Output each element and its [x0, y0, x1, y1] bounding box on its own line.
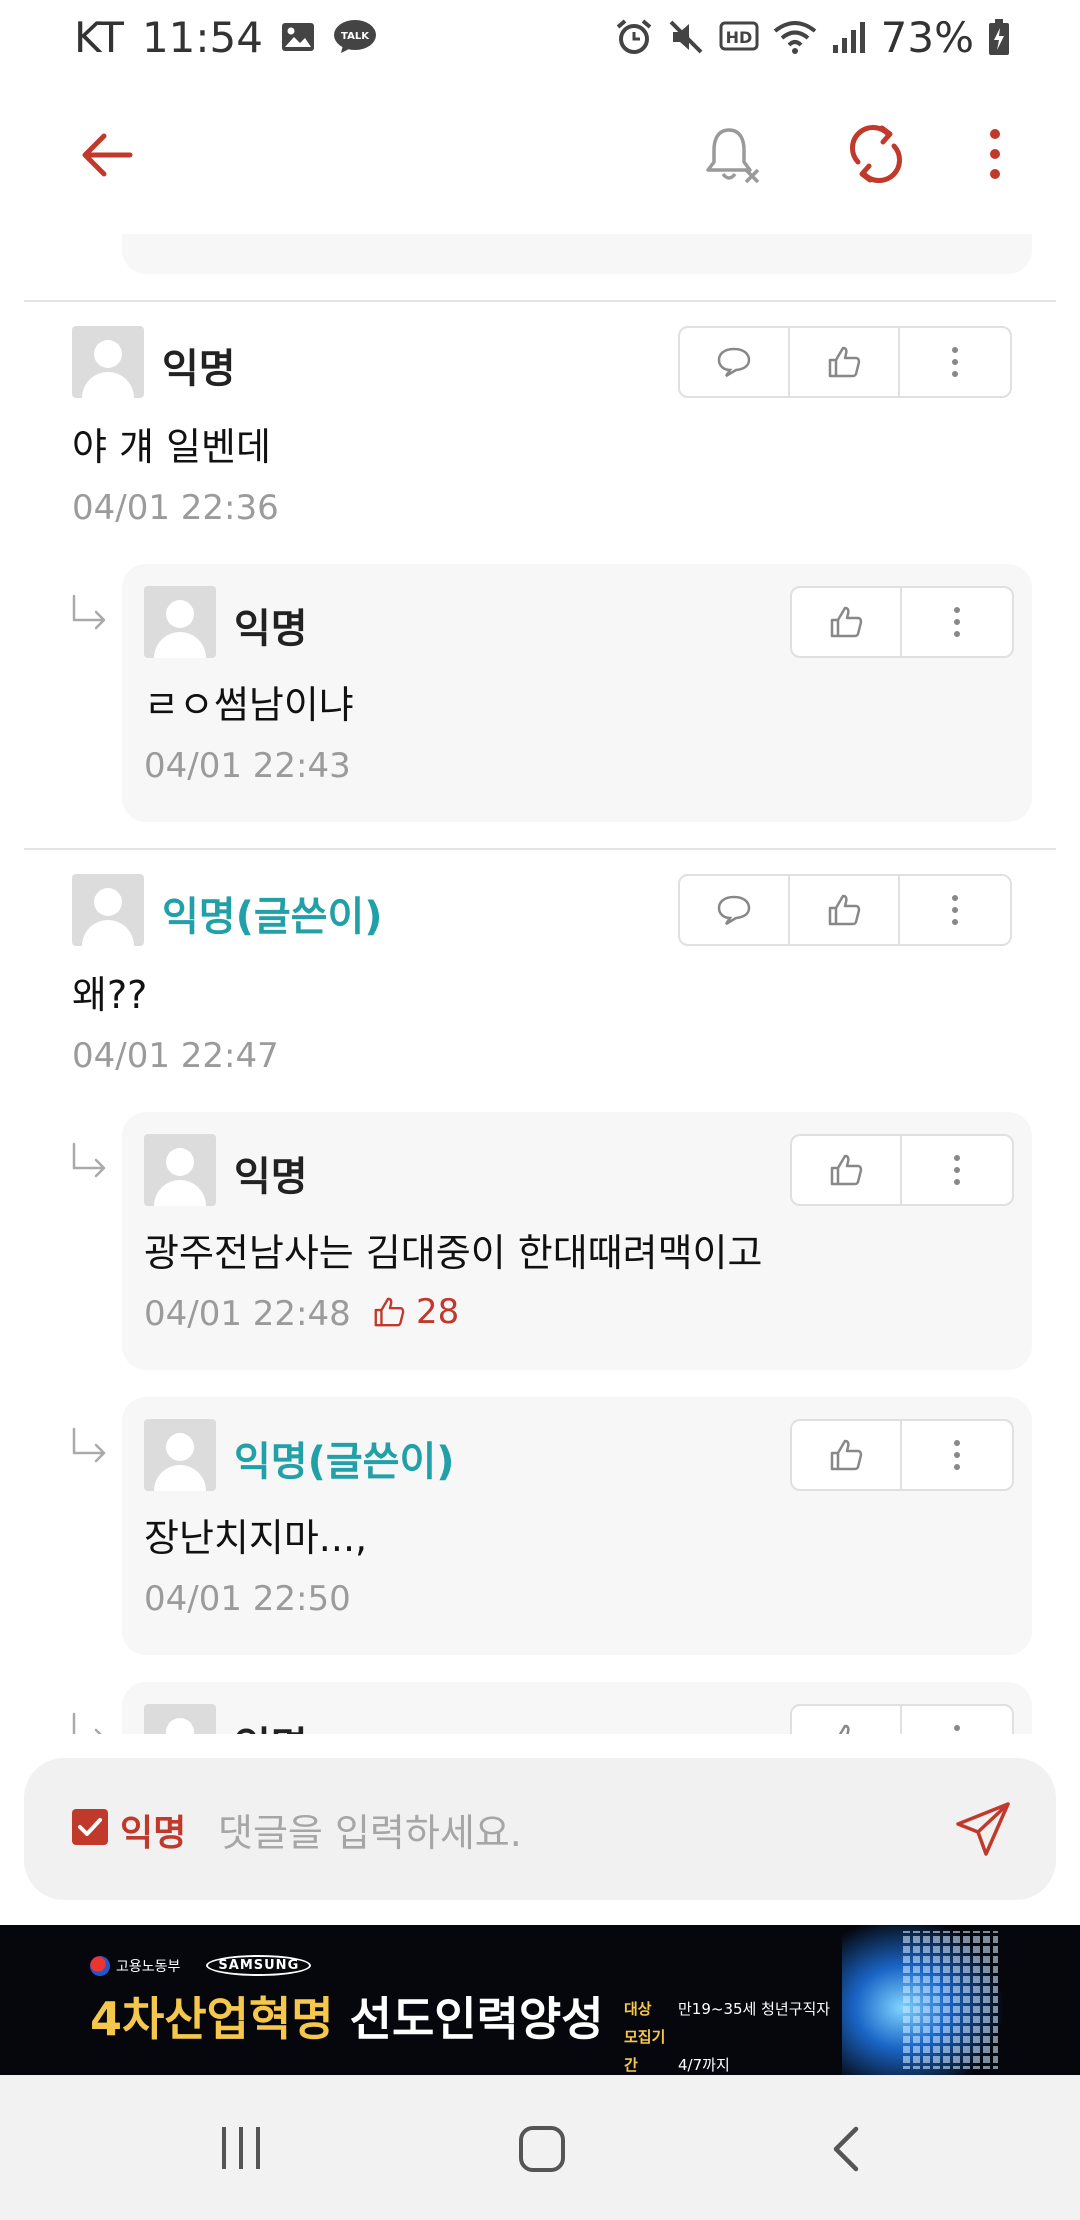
hd-badge: HD — [725, 28, 752, 47]
like-count-value: 28 — [416, 1292, 460, 1332]
reply-icon[interactable] — [680, 876, 790, 944]
avatar — [72, 874, 144, 946]
thumbs-up-icon — [374, 1297, 405, 1327]
reply-actions — [790, 1134, 1014, 1206]
checkmark-icon — [78, 1818, 102, 1836]
thumbs-up-icon[interactable] — [790, 328, 900, 396]
recents-icon[interactable] — [218, 2125, 264, 2175]
avatar — [72, 326, 144, 398]
comment-author: 익명 — [162, 346, 236, 392]
refresh-icon[interactable] — [846, 124, 906, 184]
comment-time: 04/01 22:47 — [72, 1036, 279, 1076]
ad-banner[interactable]: 고용노동부 SAMSUNG 4차산업혁명 선도인력양성 대상 만19~35세 청년… — [0, 1925, 1080, 2075]
anonymous-checkbox[interactable] — [72, 1809, 108, 1845]
kakaotalk-icon: TALK — [333, 19, 377, 55]
reply-text: 광주전남사는 김대중이 한대때려맥이고 — [144, 1231, 763, 1275]
divider — [24, 300, 1056, 302]
reply-text: ㄹㅇ썸남이냐 — [144, 683, 354, 727]
comment-text: 야 걔 일벤데 — [72, 425, 271, 469]
reply-arrow-icon — [70, 594, 110, 634]
talk-badge: TALK — [341, 31, 370, 42]
reply: 익명 광주전남사는 김대중이 한대때려맥이고 04/01 22:48 28 — [122, 1112, 1032, 1370]
thumbs-up-icon[interactable] — [792, 588, 902, 656]
avatar — [144, 1419, 216, 1491]
comment-list[interactable]: 익명 야 걔 일벤데 04/01 22:36 익명 ㄹㅇ썸남이냐 04/01 2… — [0, 234, 1080, 1734]
reply: 익명 — [122, 1682, 1032, 1734]
previous-reply-box — [122, 234, 1032, 274]
wifi-icon — [773, 19, 817, 55]
app-bar — [0, 74, 1080, 234]
reply-author: 익명 — [234, 1714, 308, 1734]
banner-headline: 4차산업혁명 선도인력양성 — [90, 1992, 604, 2046]
samsung-logo: SAMSUNG — [206, 1955, 312, 1976]
ministry-logo: 고용노동부 — [90, 1955, 180, 1976]
thumbs-up-icon[interactable] — [792, 1421, 902, 1489]
status-bar: KT 11:54 TALK HD 73% — [0, 0, 1080, 74]
reply-author: 익명 — [234, 606, 308, 652]
avatar — [144, 1704, 216, 1734]
reply-arrow-icon — [70, 1427, 110, 1467]
back-icon[interactable] — [828, 2125, 862, 2177]
reply-arrow-icon — [70, 1712, 110, 1734]
comment-input[interactable]: 댓글을 입력하세요. — [218, 1802, 522, 1857]
banner-graphic — [842, 1925, 1012, 2075]
carrier-label: KT — [74, 12, 124, 62]
avatar — [144, 1134, 216, 1206]
reply-actions — [790, 586, 1014, 658]
banner-logos: 고용노동부 SAMSUNG — [90, 1955, 312, 1976]
more-vert-icon[interactable] — [980, 124, 1010, 184]
more-vert-icon[interactable] — [902, 1136, 1012, 1204]
home-icon[interactable] — [518, 2125, 566, 2177]
battery-percent: 73% — [880, 12, 974, 62]
thumbs-up-icon[interactable] — [790, 876, 900, 944]
avatar — [144, 586, 216, 658]
reply-actions — [790, 1704, 1014, 1734]
reply-time: 04/01 22:43 — [144, 746, 351, 786]
more-vert-icon[interactable] — [900, 328, 1010, 396]
more-vert-icon[interactable] — [902, 588, 1012, 656]
reply-author: 익명(글쓴이) — [234, 1439, 455, 1485]
like-count: 28 — [372, 1292, 459, 1332]
alarm-icon — [615, 18, 653, 56]
reply-actions — [790, 1419, 1014, 1491]
anonymous-label[interactable]: 익명 — [120, 1804, 186, 1856]
mute-icon — [667, 18, 705, 56]
banner-info: 대상 만19~35세 청년구직자 모집기간 4/7까지 — [624, 2000, 831, 2074]
reply: 익명 ㄹㅇ썸남이냐 04/01 22:43 — [122, 564, 1032, 822]
more-vert-icon[interactable] — [902, 1706, 1012, 1734]
more-vert-icon[interactable] — [900, 876, 1010, 944]
reply-text: 장난치지마..., — [144, 1516, 368, 1560]
reply-author: 익명 — [234, 1154, 308, 1200]
clock: 11:54 — [141, 12, 263, 62]
gallery-icon — [281, 22, 315, 52]
more-vert-icon[interactable] — [902, 1421, 1012, 1489]
thumbs-up-icon[interactable] — [792, 1136, 902, 1204]
thumbs-up-icon[interactable] — [792, 1706, 902, 1734]
reply-icon[interactable] — [680, 328, 790, 396]
battery-charging-icon — [988, 18, 1010, 56]
back-arrow-icon[interactable] — [78, 126, 136, 184]
bell-off-icon[interactable] — [702, 124, 762, 186]
signal-icon — [831, 19, 867, 55]
system-nav-bar — [0, 2075, 1080, 2220]
send-icon[interactable] — [954, 1800, 1012, 1858]
comment-time: 04/01 22:36 — [72, 488, 279, 528]
comment-actions — [678, 326, 1012, 398]
comment-actions — [678, 874, 1012, 946]
divider — [24, 848, 1056, 850]
comment-author: 익명(글쓴이) — [162, 894, 383, 940]
hd-voice-icon: HD — [719, 21, 759, 53]
reply-arrow-icon — [70, 1142, 110, 1182]
reply-time: 04/01 22:50 — [144, 1579, 351, 1619]
comment-input-bar: 익명 댓글을 입력하세요. — [24, 1758, 1056, 1900]
reply: 익명(글쓴이) 장난치지마..., 04/01 22:50 — [122, 1397, 1032, 1655]
comment-text: 왜?? — [72, 973, 148, 1017]
reply-time: 04/01 22:48 — [144, 1294, 351, 1334]
